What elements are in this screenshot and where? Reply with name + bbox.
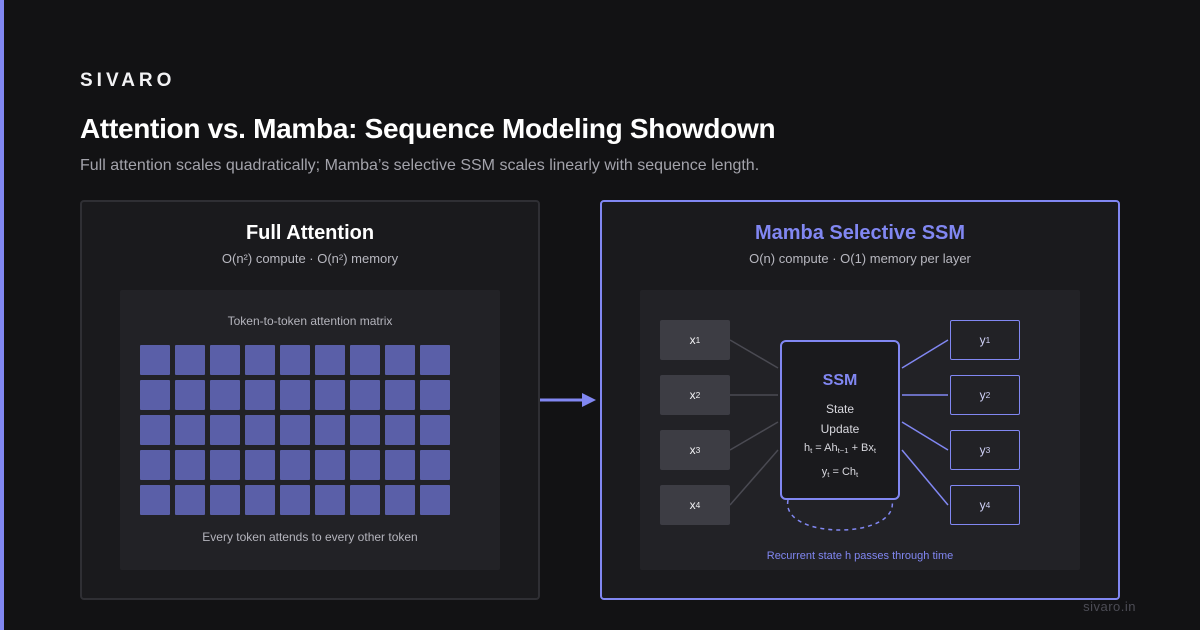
attention-cell: [210, 345, 240, 375]
input-token-1: x1: [660, 320, 730, 360]
footer-url: sivaro.in: [1083, 599, 1136, 614]
accent-bar: [0, 0, 4, 630]
attention-cell: [140, 380, 170, 410]
attention-cell: [385, 380, 415, 410]
output-token-3: y3: [950, 430, 1020, 470]
attention-cell: [385, 415, 415, 445]
input-wire-1: [729, 339, 779, 369]
page-subtitle: Full attention scales quadratically; Mam…: [80, 157, 760, 174]
attention-cell: [245, 450, 275, 480]
attention-cell: [350, 345, 380, 375]
attention-cell: [385, 450, 415, 480]
ssm-update-label: Update: [820, 422, 860, 436]
attention-cell: [245, 485, 275, 515]
attention-cell: [315, 380, 345, 410]
recurrent-caption: Recurrent state h passes through time: [766, 550, 954, 562]
attention-cell: [280, 380, 310, 410]
attention-cell: [315, 415, 345, 445]
attention-cell: [175, 345, 205, 375]
attention-matrix-box: Token-to-token attention matrix Every to…: [120, 290, 500, 570]
attention-cell: [140, 345, 170, 375]
brand-logo: SIVARO: [80, 70, 176, 91]
attention-cell: [175, 380, 205, 410]
output-token-2: y2: [950, 375, 1020, 415]
output-token-4: y4: [950, 485, 1020, 525]
output-token-1: y1: [950, 320, 1020, 360]
matrix-label: Token-to-token attention matrix: [227, 314, 393, 328]
ssm-state-label: State: [825, 402, 855, 416]
ssm-title: SSM: [822, 372, 858, 389]
mamba-title: Mamba Selective SSM: [754, 222, 966, 244]
input-wire-4: [729, 449, 779, 506]
attention-cell: [210, 415, 240, 445]
input-wire-3: [729, 421, 779, 451]
attention-cell: [175, 485, 205, 515]
attention-complexity: O(n²) compute · O(n²) memory: [221, 251, 399, 266]
attention-cell: [385, 345, 415, 375]
attention-cell: [280, 485, 310, 515]
attention-cell: [280, 415, 310, 445]
attention-cell: [210, 450, 240, 480]
attention-cell: [420, 450, 450, 480]
attention-cell: [140, 450, 170, 480]
attention-cell: [350, 450, 380, 480]
attention-cell: [175, 415, 205, 445]
input-token-3: x3: [660, 430, 730, 470]
attention-cell: [315, 485, 345, 515]
attention-cell: [140, 415, 170, 445]
attention-title: Full Attention: [245, 222, 375, 244]
attention-cell: [175, 450, 205, 480]
ssm-block: SSM State Update ht = Aht−1 + Bxt yt = C…: [780, 340, 900, 500]
attention-cell: [420, 345, 450, 375]
output-wire-3: [901, 421, 949, 451]
arrow-right-icon: [540, 393, 596, 407]
input-token-4: x4: [660, 485, 730, 525]
output-wire-4: [901, 449, 949, 506]
page-title: Attention vs. Mamba: Sequence Modeling S…: [80, 113, 776, 144]
attention-cell: [140, 485, 170, 515]
ssm-state-equation: ht = Aht−1 + Bxt: [803, 442, 877, 455]
matrix-caption: Every token attends to every other token: [202, 530, 418, 544]
attention-cell: [350, 485, 380, 515]
recurrent-loop: [787, 499, 893, 531]
attention-cell: [350, 415, 380, 445]
attention-cell: [315, 345, 345, 375]
input-token-2: x2: [660, 375, 730, 415]
attention-cell: [245, 380, 275, 410]
attention-cell: [420, 415, 450, 445]
attention-cell: [280, 345, 310, 375]
attention-matrix: [140, 345, 450, 515]
attention-cell: [210, 485, 240, 515]
attention-cell: [420, 380, 450, 410]
attention-cell: [280, 450, 310, 480]
mamba-complexity: O(n) compute · O(1) memory per layer: [749, 251, 971, 266]
attention-cell: [210, 380, 240, 410]
mamba-panel: Mamba Selective SSM O(n) compute · O(1) …: [600, 200, 1120, 600]
attention-cell: [420, 485, 450, 515]
attention-cell: [245, 415, 275, 445]
attention-cell: [350, 380, 380, 410]
attention-panel: Full Attention O(n²) compute · O(n²) mem…: [80, 200, 540, 600]
ssm-diagram-box: x1 x2 x3 x4 SSM State Update ht = Aht−1 …: [640, 290, 1080, 570]
attention-cell: [315, 450, 345, 480]
attention-cell: [245, 345, 275, 375]
ssm-output-equation: yt = Cht: [821, 466, 859, 479]
attention-cell: [385, 485, 415, 515]
output-wire-1: [901, 339, 949, 369]
